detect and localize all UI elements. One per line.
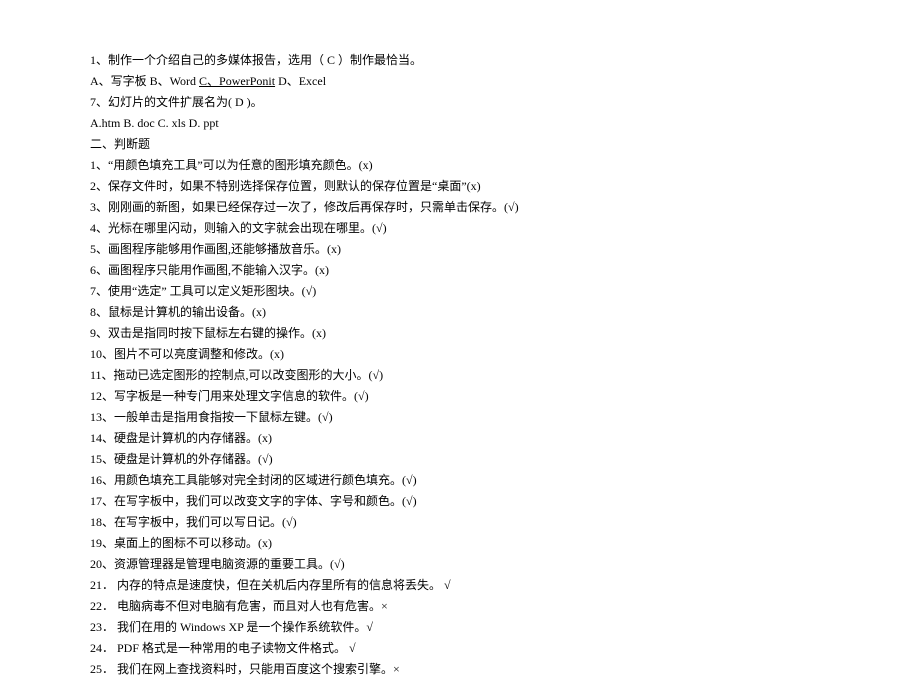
tf-item: 20、资源管理器是管理电脑资源的重要工具。(√) bbox=[90, 554, 830, 575]
tf-item: 3、刚刚画的新图，如果已经保存过一次了，修改后再保存时，只需单击保存。(√) bbox=[90, 197, 830, 218]
tf-item: 18、在写字板中，我们可以写日记。(√) bbox=[90, 512, 830, 533]
tf-item: 14、硬盘是计算机的内存储器。(x) bbox=[90, 428, 830, 449]
tf-item: 23． 我们在用的 Windows XP 是一个操作系统软件。√ bbox=[90, 617, 830, 638]
tf-item: 24． PDF 格式是一种常用的电子读物文件格式。 √ bbox=[90, 638, 830, 659]
question-1-stem: 1、制作一个介绍自己的多媒体报告，选用（ C ）制作最恰当。 bbox=[90, 50, 830, 71]
tf-item: 21． 内存的特点是速度快，但在关机后内存里所有的信息将丢失。 √ bbox=[90, 575, 830, 596]
option-a-b: A、写字板 B、Word bbox=[90, 74, 199, 88]
tf-item: 9、双击是指同时按下鼠标左右键的操作。(x) bbox=[90, 323, 830, 344]
tf-item: 10、图片不可以亮度调整和修改。(x) bbox=[90, 344, 830, 365]
tf-item: 17、在写字板中，我们可以改变文字的字体、字号和颜色。(√) bbox=[90, 491, 830, 512]
tf-item: 4、光标在哪里闪动，则输入的文字就会出现在哪里。(√) bbox=[90, 218, 830, 239]
tf-item: 7、使用“选定” 工具可以定义矩形图块。(√) bbox=[90, 281, 830, 302]
tf-item: 1、“用颜色填充工具”可以为任意的图形填充颜色。(x) bbox=[90, 155, 830, 176]
tf-item: 11、拖动已选定图形的控制点,可以改变图形的大小。(√) bbox=[90, 365, 830, 386]
tf-item: 5、画图程序能够用作画图,还能够播放音乐。(x) bbox=[90, 239, 830, 260]
tf-item: 19、桌面上的图标不可以移动。(x) bbox=[90, 533, 830, 554]
tf-item: 15、硬盘是计算机的外存储器。(√) bbox=[90, 449, 830, 470]
question-7-stem: 7、幻灯片的文件扩展名为( D )。 bbox=[90, 92, 830, 113]
tf-item: 22． 电脑病毒不但对电脑有危害，而且对人也有危害。× bbox=[90, 596, 830, 617]
tf-item: 25． 我们在网上查找资料时，只能用百度这个搜索引擎。× bbox=[90, 659, 830, 680]
tf-item: 8、鼠标是计算机的输出设备。(x) bbox=[90, 302, 830, 323]
tf-item: 16、用颜色填充工具能够对完全封闭的区域进行颜色填充。(√) bbox=[90, 470, 830, 491]
tf-item: 2、保存文件时，如果不特别选择保存位置，则默认的保存位置是“桌面”(x) bbox=[90, 176, 830, 197]
section-2-heading: 二、判断题 bbox=[90, 134, 830, 155]
tf-item: 12、写字板是一种专门用来处理文字信息的软件。(√) bbox=[90, 386, 830, 407]
tf-item: 13、一般单击是指用食指按一下鼠标左键。(√) bbox=[90, 407, 830, 428]
option-c-underlined: C、PowerPonit bbox=[199, 74, 275, 88]
tf-item: 6、画图程序只能用作画图,不能输入汉字。(x) bbox=[90, 260, 830, 281]
question-1-options: A、写字板 B、Word C、PowerPonit D、Excel bbox=[90, 71, 830, 92]
option-d: D、Excel bbox=[275, 74, 326, 88]
question-7-options: A.htm B. doc C. xls D. ppt bbox=[90, 113, 830, 134]
